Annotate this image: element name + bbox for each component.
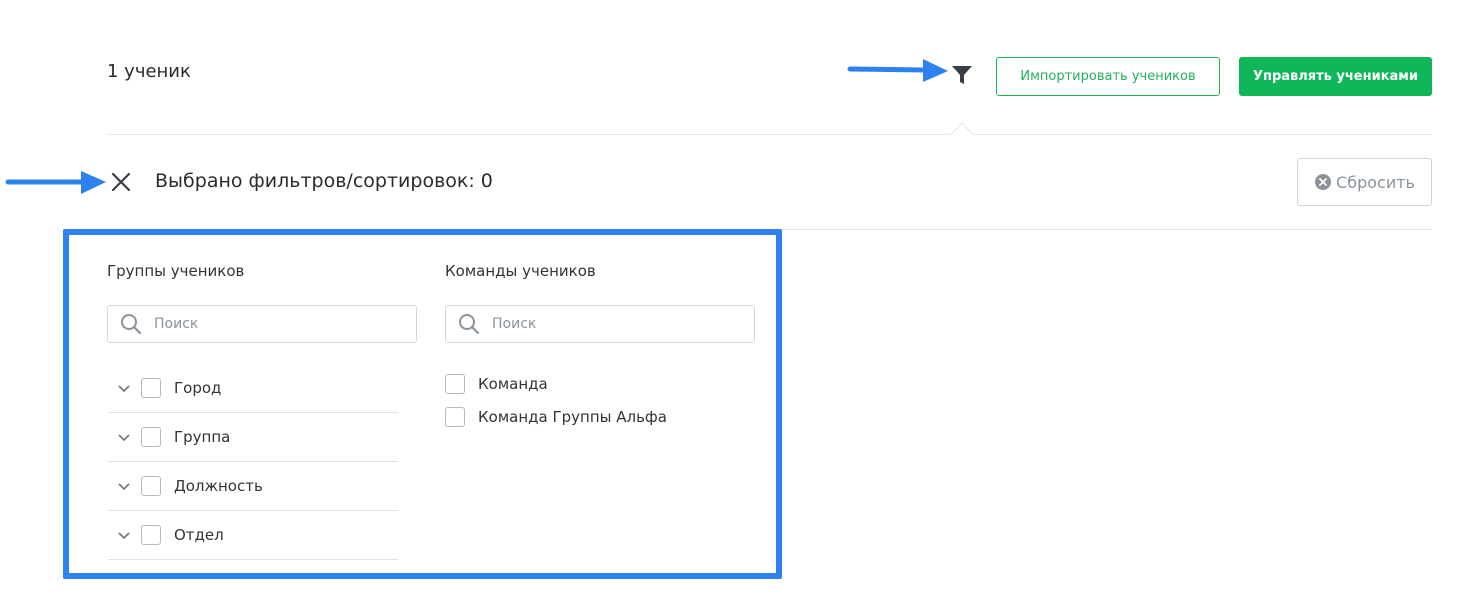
- group-item-department[interactable]: Отдел: [107, 511, 398, 560]
- chevron-down-icon[interactable]: [117, 528, 131, 542]
- group-item-city[interactable]: Город: [107, 364, 398, 413]
- annotation-arrow-icon: [847, 59, 948, 82]
- header-divider: [107, 134, 1432, 135]
- team-item[interactable]: Команда Группы Альфа: [445, 405, 667, 429]
- selected-filters-count: Выбрано фильтров/сортировок: 0: [155, 170, 493, 192]
- group-item-label: Город: [174, 379, 222, 397]
- team-item-label: Команда Группы Альфа: [478, 408, 667, 426]
- teams-title: Команды учеников: [445, 262, 596, 280]
- group-item-checkbox[interactable]: [141, 427, 161, 447]
- group-item-position[interactable]: Должность: [107, 462, 398, 511]
- filter-icon[interactable]: [951, 64, 973, 86]
- dropdown-caret-icon: [950, 122, 974, 136]
- team-item[interactable]: Команда: [445, 372, 548, 396]
- close-icon[interactable]: [110, 171, 132, 193]
- team-item-label: Команда: [478, 375, 548, 393]
- team-item-checkbox[interactable]: [445, 374, 465, 394]
- import-students-button[interactable]: Импортировать учеников: [996, 57, 1220, 96]
- teams-search-input[interactable]: [490, 315, 734, 333]
- chevron-down-icon[interactable]: [117, 479, 131, 493]
- group-item-checkbox[interactable]: [141, 378, 161, 398]
- reset-button-label: Сбросить: [1336, 172, 1415, 192]
- group-item-checkbox[interactable]: [141, 476, 161, 496]
- groups-search-input[interactable]: [152, 315, 396, 333]
- group-item-checkbox[interactable]: [141, 525, 161, 545]
- group-item-label: Отдел: [174, 526, 224, 544]
- groups-search-field[interactable]: [107, 305, 417, 343]
- group-item-group[interactable]: Группа: [107, 413, 398, 462]
- teams-search-field[interactable]: [445, 305, 755, 343]
- chevron-down-icon[interactable]: [117, 430, 131, 444]
- student-count: 1 ученик: [107, 61, 191, 82]
- search-icon: [459, 314, 480, 335]
- group-item-label: Должность: [174, 477, 263, 495]
- team-item-checkbox[interactable]: [445, 407, 465, 427]
- group-item-label: Группа: [174, 428, 231, 446]
- groups-title: Группы учеников: [107, 262, 245, 280]
- reset-button[interactable]: Сбросить: [1297, 158, 1432, 206]
- search-icon: [121, 314, 142, 335]
- annotation-arrow-icon: [5, 171, 106, 194]
- manage-students-button[interactable]: Управлять учениками: [1239, 57, 1432, 96]
- chevron-down-icon[interactable]: [117, 381, 131, 395]
- circle-x-icon: [1315, 174, 1332, 190]
